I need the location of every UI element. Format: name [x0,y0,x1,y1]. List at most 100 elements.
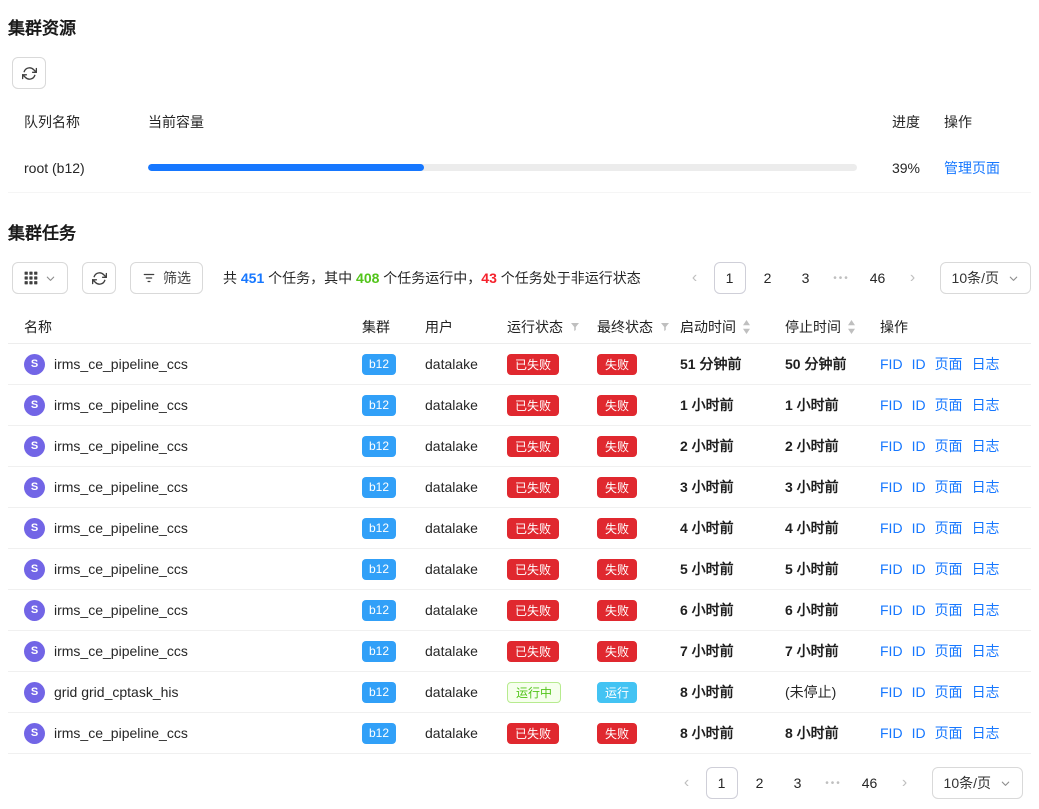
page-size-select[interactable]: 10条/页 [932,767,1023,799]
pagination-page-1[interactable]: 1 [714,262,746,294]
action-link-id[interactable]: ID [912,684,926,700]
action-link-日志[interactable]: 日志 [972,354,1000,374]
task-name: irms_ce_pipeline_ccs [54,561,188,577]
action-link-id[interactable]: ID [912,602,926,618]
action-link-页面[interactable]: 页面 [935,723,963,743]
summary-text: 共 [223,270,241,286]
resources-refresh-button[interactable] [12,57,46,89]
action-link-页面[interactable]: 页面 [935,600,963,620]
pagination-prev-icon[interactable]: ‹ [682,262,708,294]
action-link-fid[interactable]: FID [880,356,903,372]
pagination-page-3[interactable]: 3 [790,262,822,294]
action-link-日志[interactable]: 日志 [972,641,1000,661]
task-name: grid grid_cptask_his [54,684,179,700]
stop-time: 7 小时前 [785,641,880,661]
action-link-日志[interactable]: 日志 [972,518,1000,538]
start-time: 3 小时前 [680,477,785,497]
cluster-badge: b12 [362,436,396,457]
action-link-fid[interactable]: FID [880,725,903,741]
cluster-badge: b12 [362,682,396,703]
action-link-页面[interactable]: 页面 [935,395,963,415]
action-link-日志[interactable]: 日志 [972,600,1000,620]
action-link-fid[interactable]: FID [880,561,903,577]
column-settings-button[interactable] [12,262,68,294]
stop-time: 5 小时前 [785,559,880,579]
action-link-页面[interactable]: 页面 [935,682,963,702]
resources-table: 队列名称 当前容量 进度 操作 root (b12) 39% 管理页面 [8,101,1031,193]
action-link-fid[interactable]: FID [880,520,903,536]
filter-funnel-icon[interactable] [659,321,671,333]
tasks-toolbar: 筛选 共 451 个任务，其中 408 个任务运行中，43 个任务处于非运行状态… [8,262,1031,294]
action-link-fid[interactable]: FID [880,479,903,495]
action-link-页面[interactable]: 页面 [935,436,963,456]
pagination-page-46[interactable]: 46 [854,767,886,799]
task-user: datalake [425,643,507,659]
action-link-日志[interactable]: 日志 [972,682,1000,702]
task-name: irms_ce_pipeline_ccs [54,725,188,741]
action-link-日志[interactable]: 日志 [972,559,1000,579]
action-link-fid[interactable]: FID [880,397,903,413]
pagination-ellipsis: ••• [820,778,848,789]
page-size-select[interactable]: 10条/页 [940,262,1031,294]
action-link-日志[interactable]: 日志 [972,395,1000,415]
table-row: Sirms_ce_pipeline_ccsb12datalake已失败失败8 小… [8,713,1031,754]
pagination-next-icon[interactable]: › [892,767,918,799]
pagination-page-1[interactable]: 1 [706,767,738,799]
stop-time: 3 小时前 [785,477,880,497]
action-link-fid[interactable]: FID [880,602,903,618]
header-stop-time: 停止时间 [785,317,880,337]
action-link-id[interactable]: ID [912,520,926,536]
pagination-prev-icon[interactable]: ‹ [674,767,700,799]
action-link-id[interactable]: ID [912,397,926,413]
action-link-页面[interactable]: 页面 [935,559,963,579]
manage-page-link[interactable]: 管理页面 [944,160,1000,176]
resources-header-progress: 进度 [864,112,920,132]
resources-header-actions: 操作 [920,112,1015,132]
start-time: 51 分钟前 [680,354,785,374]
header-cluster: 集群 [362,317,425,337]
pagination-page-3[interactable]: 3 [782,767,814,799]
start-time: 2 小时前 [680,436,785,456]
progress-track [148,164,857,171]
sorter-icon[interactable] [742,320,751,334]
resources-table-header: 队列名称 当前容量 进度 操作 [8,101,1031,143]
pagination-page-2[interactable]: 2 [744,767,776,799]
action-link-id[interactable]: ID [912,643,926,659]
resources-title: 集群资源 [8,10,1031,43]
pagination-ellipsis: ••• [828,273,856,284]
task-user: datalake [425,684,507,700]
action-link-fid[interactable]: FID [880,438,903,454]
action-link-日志[interactable]: 日志 [972,477,1000,497]
filter-funnel-icon[interactable] [569,321,581,333]
pagination-page-46[interactable]: 46 [862,262,894,294]
action-link-id[interactable]: ID [912,561,926,577]
sorter-icon[interactable] [847,320,856,334]
start-time: 8 小时前 [680,682,785,702]
action-link-页面[interactable]: 页面 [935,354,963,374]
stop-time: 4 小时前 [785,518,880,538]
action-link-日志[interactable]: 日志 [972,436,1000,456]
action-link-页面[interactable]: 页面 [935,641,963,661]
start-time: 6 小时前 [680,600,785,620]
summary-count: 43 [481,270,497,286]
pagination-page-2[interactable]: 2 [752,262,784,294]
resources-header-capacity: 当前容量 [148,112,864,132]
filter-button[interactable]: 筛选 [130,262,203,294]
resources-header-queue: 队列名称 [24,112,148,132]
run-status-badge: 已失败 [507,641,559,662]
table-row: Sirms_ce_pipeline_ccsb12datalake已失败失败51 … [8,344,1031,385]
action-link-fid[interactable]: FID [880,643,903,659]
action-link-日志[interactable]: 日志 [972,723,1000,743]
action-link-页面[interactable]: 页面 [935,518,963,538]
summary-text: 个任务，其中 [264,270,356,286]
tasks-refresh-button[interactable] [82,262,116,294]
action-link-id[interactable]: ID [912,438,926,454]
pagination-next-icon[interactable]: › [900,262,926,294]
task-user: datalake [425,438,507,454]
action-link-id[interactable]: ID [912,356,926,372]
action-link-id[interactable]: ID [912,479,926,495]
action-link-页面[interactable]: 页面 [935,477,963,497]
task-name: irms_ce_pipeline_ccs [54,397,188,413]
action-link-id[interactable]: ID [912,725,926,741]
action-link-fid[interactable]: FID [880,684,903,700]
